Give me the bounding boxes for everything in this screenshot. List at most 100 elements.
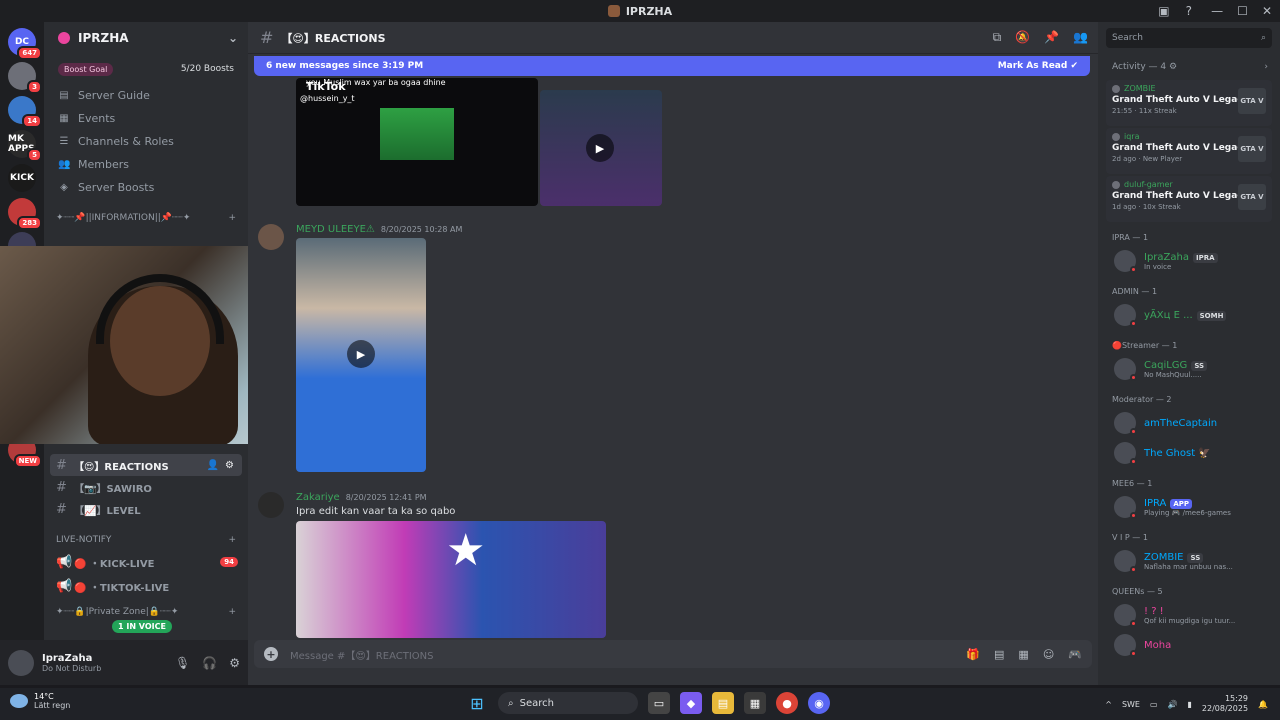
pin-icon[interactable]: 📌 <box>1044 30 1059 45</box>
channel-item[interactable]: # 【😍】REACTIONS 👤 ⚙ <box>50 454 242 476</box>
activity-card[interactable]: duluf-gamer Grand Theft Auto V Legacy 1d a… <box>1106 176 1272 222</box>
close-button[interactable]: ✕ <box>1262 4 1272 18</box>
status-dot <box>1130 650 1137 657</box>
server-icon[interactable]: 14 <box>8 96 42 128</box>
weather-widget[interactable]: 14°C Lätt regn <box>10 692 70 710</box>
language-indicator[interactable]: SWE <box>1122 700 1140 709</box>
microphone-icon[interactable]: 🎙 <box>175 656 190 670</box>
task-view-icon[interactable]: ▭ <box>648 692 670 714</box>
avatar[interactable] <box>258 224 284 250</box>
notification-icon[interactable]: 🔔 <box>1258 700 1268 709</box>
voice-status-pill[interactable]: 1 IN VOICE <box>112 620 172 633</box>
status-dot <box>1130 620 1137 627</box>
add-channel-icon[interactable]: + <box>228 213 236 223</box>
clock[interactable]: 15:29 22/08/2025 <box>1202 694 1248 714</box>
server-icon[interactable]: MK APPS 5 <box>8 130 42 162</box>
settings-icon[interactable]: ⚙ <box>229 656 240 670</box>
emoji-icon[interactable]: ☺ <box>1043 648 1054 661</box>
chevron-up-icon[interactable]: ^ <box>1105 700 1112 709</box>
add-channel-icon[interactable]: + <box>228 535 236 545</box>
category-information[interactable]: ✦┈┈📌||INFORMATION||📌┈┈✦ + <box>44 208 248 228</box>
member-item[interactable]: The Ghost 🦅 <box>1098 438 1280 468</box>
search-input[interactable]: Search ⌕ <box>1106 28 1272 48</box>
gift-icon[interactable]: 🎁 <box>966 648 980 661</box>
channels-icon: ☰ <box>59 135 69 147</box>
channel-item[interactable]: 📢 🔴 ・KICK-LIVE 94 <box>44 550 248 574</box>
server-icon[interactable]: KICK <box>8 164 36 192</box>
activity-header[interactable]: Activity — 4 ⚙ › <box>1098 56 1280 78</box>
chevron-down-icon[interactable]: ⌄ <box>228 31 238 45</box>
avatar[interactable] <box>8 649 34 676</box>
member-item[interactable]: CaqiLGG SS No MashQuul..... <box>1098 354 1280 384</box>
avatar[interactable] <box>258 492 284 518</box>
copilot-icon[interactable]: ◆ <box>680 692 702 714</box>
nav-item[interactable]: 👥 Members <box>44 153 248 175</box>
message-input[interactable]: Message #【😍】REACTIONS <box>290 647 433 662</box>
member-group-header: QUEENs — 5 <box>1112 586 1163 596</box>
new-messages-bar[interactable]: 6 new messages since 3:19 PM Mark As Rea… <box>254 56 1090 76</box>
activity-card[interactable]: iqra Grand Theft Auto V Legacy 2d ago · Ne… <box>1106 128 1272 174</box>
discord-icon[interactable]: ◉ <box>808 692 830 714</box>
chrome-icon[interactable]: ● <box>776 692 798 714</box>
chevron-right-icon[interactable]: › <box>1264 62 1268 72</box>
add-member-icon[interactable]: 👤 <box>207 460 219 471</box>
hash-icon: # <box>56 501 67 517</box>
apps-icon[interactable]: 🎮 <box>1068 648 1082 661</box>
member-item[interactable]: ! ? ! Qof kii mugdiga igu tuur... <box>1098 600 1280 630</box>
channel-item[interactable]: # 【📷】SAWIRO <box>44 476 248 498</box>
category-private-zone[interactable]: ✦┈┈🔒|Private Zone|🔒┈┈✦ + <box>44 602 248 622</box>
video-embed[interactable]: ▶ <box>296 238 426 472</box>
gif-icon[interactable]: ▤ <box>994 648 1004 661</box>
threads-icon[interactable]: ⧉ <box>993 30 1002 45</box>
battery-icon[interactable]: ▮ <box>1188 700 1192 709</box>
help-icon[interactable]: ? <box>1186 4 1192 18</box>
server-icon[interactable]: 3 <box>8 62 42 94</box>
sticker-icon[interactable]: ▦ <box>1018 648 1028 661</box>
play-icon[interactable]: ▶ <box>586 134 614 162</box>
video-embed[interactable]: ★ <box>296 521 606 638</box>
server-header[interactable]: IPRZHA ⌄ <box>44 22 248 54</box>
game-logo-icon: GTA V <box>1238 136 1266 162</box>
store-icon[interactable]: ▦ <box>744 692 766 714</box>
boost-goal[interactable]: Boost Goal 5/20 Boosts <box>52 60 240 78</box>
add-attachment-icon[interactable]: + <box>264 647 278 661</box>
video-embed[interactable]: you Muslim wax yar ba ogaa dhine TikTok … <box>296 78 538 206</box>
start-icon[interactable]: ⊞ <box>466 692 488 714</box>
nav-item[interactable]: ▤ Server Guide <box>44 84 248 106</box>
mute-icon[interactable]: 🔕 <box>1015 30 1030 45</box>
video-embed[interactable]: ▶ <box>540 90 662 206</box>
channel-title: 【😍】REACTIONS <box>281 31 386 45</box>
headphones-icon[interactable]: 🎧 <box>202 656 217 670</box>
play-icon[interactable]: ▶ <box>347 340 375 368</box>
member-item[interactable]: amTheCaptain <box>1098 408 1280 438</box>
member-list-icon[interactable]: 👥 <box>1073 30 1088 45</box>
activity-card[interactable]: ZOMBIE Grand Theft Auto V Legacy 21:55 · 1… <box>1106 80 1272 126</box>
mark-as-read-button[interactable]: Mark As Read ✔ <box>998 61 1078 71</box>
server-icon[interactable]: DC 647 <box>8 28 42 60</box>
maximize-button[interactable]: ☐ <box>1237 4 1248 18</box>
inbox-icon[interactable]: ▣ <box>1158 4 1169 18</box>
category-live-notify[interactable]: LIVE-NOTIFY + <box>44 530 248 550</box>
member-item[interactable]: IpraZaha IPRA In voice <box>1098 246 1280 276</box>
volume-icon[interactable]: 🔊 <box>1168 700 1178 709</box>
member-item[interactable]: ZOMBIE SS Naflaha mar unbuu nas... <box>1098 546 1280 576</box>
channel-item[interactable]: # 【📈】LEVEL <box>44 498 248 520</box>
message-composer[interactable]: + Message #【😍】REACTIONS 🎁 ▤ ▦ ☺ 🎮 <box>254 640 1092 668</box>
member-item[interactable]: IPRA APP Playing 🎮 /mee6-games <box>1098 492 1280 522</box>
taskbar-search[interactable]: ⌕ Search <box>498 692 638 714</box>
add-channel-icon[interactable]: + <box>228 607 236 617</box>
member-item[interactable]: Moha <box>1098 630 1280 660</box>
nav-item[interactable]: ☰ Channels & Roles <box>44 130 248 152</box>
member-item[interactable]: yÃXц E ... SOMH <box>1098 300 1280 330</box>
settings-icon[interactable]: ⚙ <box>225 460 234 471</box>
member-list: Search ⌕ Activity — 4 ⚙ › ZOMBIE Grand Th… <box>1098 22 1280 685</box>
nav-item[interactable]: ◈ Server Boosts <box>44 176 248 198</box>
nav-item[interactable]: ▦ Events <box>44 107 248 129</box>
server-icon[interactable]: 283 <box>8 198 42 230</box>
file-explorer-icon[interactable]: ▤ <box>712 692 734 714</box>
network-icon[interactable]: ▭ <box>1150 700 1158 709</box>
minimize-button[interactable]: — <box>1211 4 1223 18</box>
channel-item[interactable]: 📢 🔴 ・TIKTOK-LIVE <box>44 574 248 598</box>
channel-header: # 【😍】REACTIONS ⧉ 🔕 📌 👥 <box>248 22 1098 54</box>
star-shape: ★ <box>446 525 486 576</box>
